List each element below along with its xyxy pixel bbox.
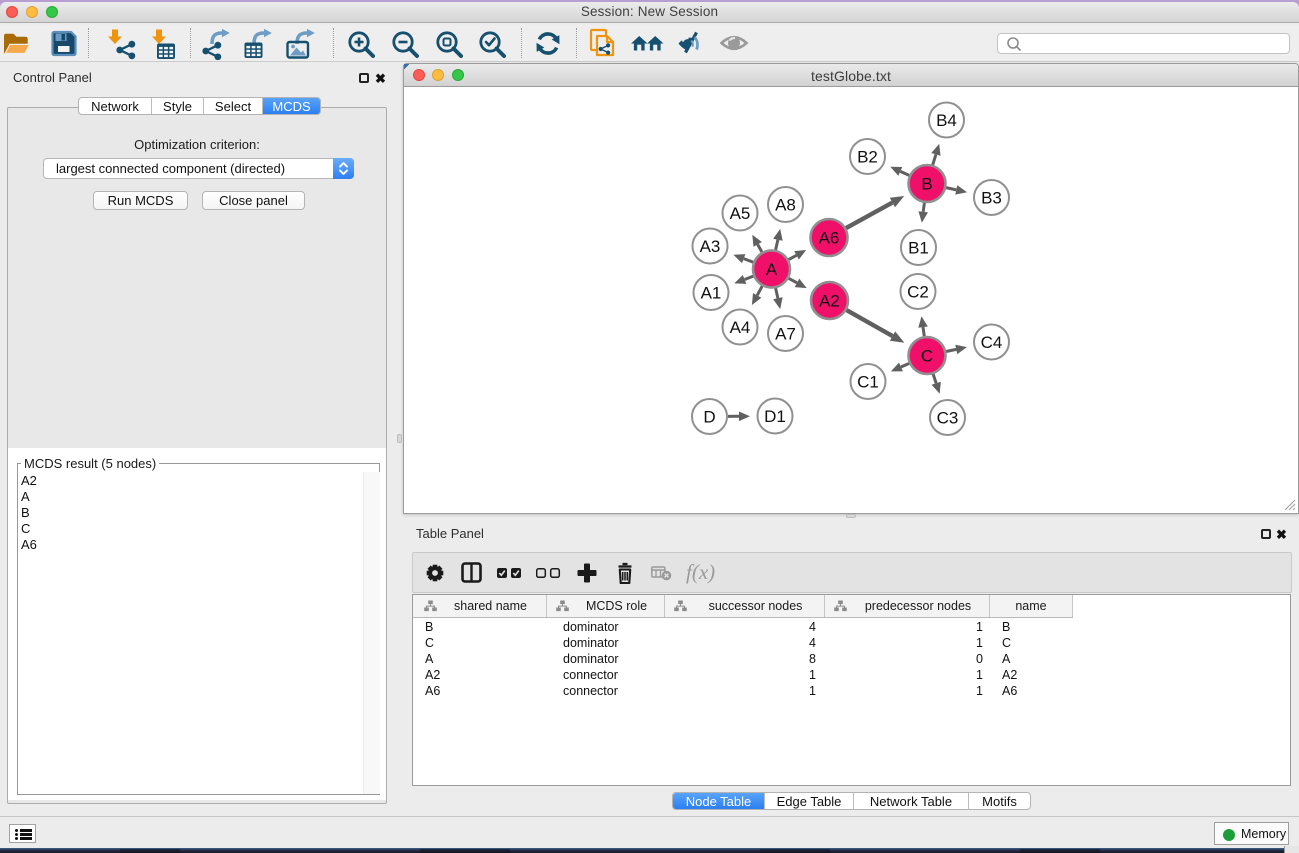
svg-text:D1: D1 <box>764 407 786 426</box>
svg-text:C3: C3 <box>937 409 959 428</box>
svg-text:A8: A8 <box>775 196 796 215</box>
svg-text:B1: B1 <box>908 239 929 258</box>
svg-text:C4: C4 <box>981 333 1003 352</box>
svg-text:C2: C2 <box>907 283 929 302</box>
svg-text:B4: B4 <box>936 111 957 130</box>
svg-text:B3: B3 <box>981 189 1002 208</box>
svg-text:A1: A1 <box>701 284 722 303</box>
svg-text:C: C <box>921 347 933 366</box>
svg-text:A7: A7 <box>775 325 796 344</box>
svg-text:A: A <box>766 260 778 279</box>
svg-text:B2: B2 <box>857 148 878 167</box>
svg-text:A5: A5 <box>730 204 751 223</box>
svg-text:C1: C1 <box>857 373 879 392</box>
svg-text:A2: A2 <box>819 292 840 311</box>
svg-text:A6: A6 <box>819 229 840 248</box>
svg-text:A3: A3 <box>700 237 721 256</box>
svg-text:A4: A4 <box>730 318 751 337</box>
svg-text:D: D <box>703 408 715 427</box>
svg-text:B: B <box>921 175 932 194</box>
